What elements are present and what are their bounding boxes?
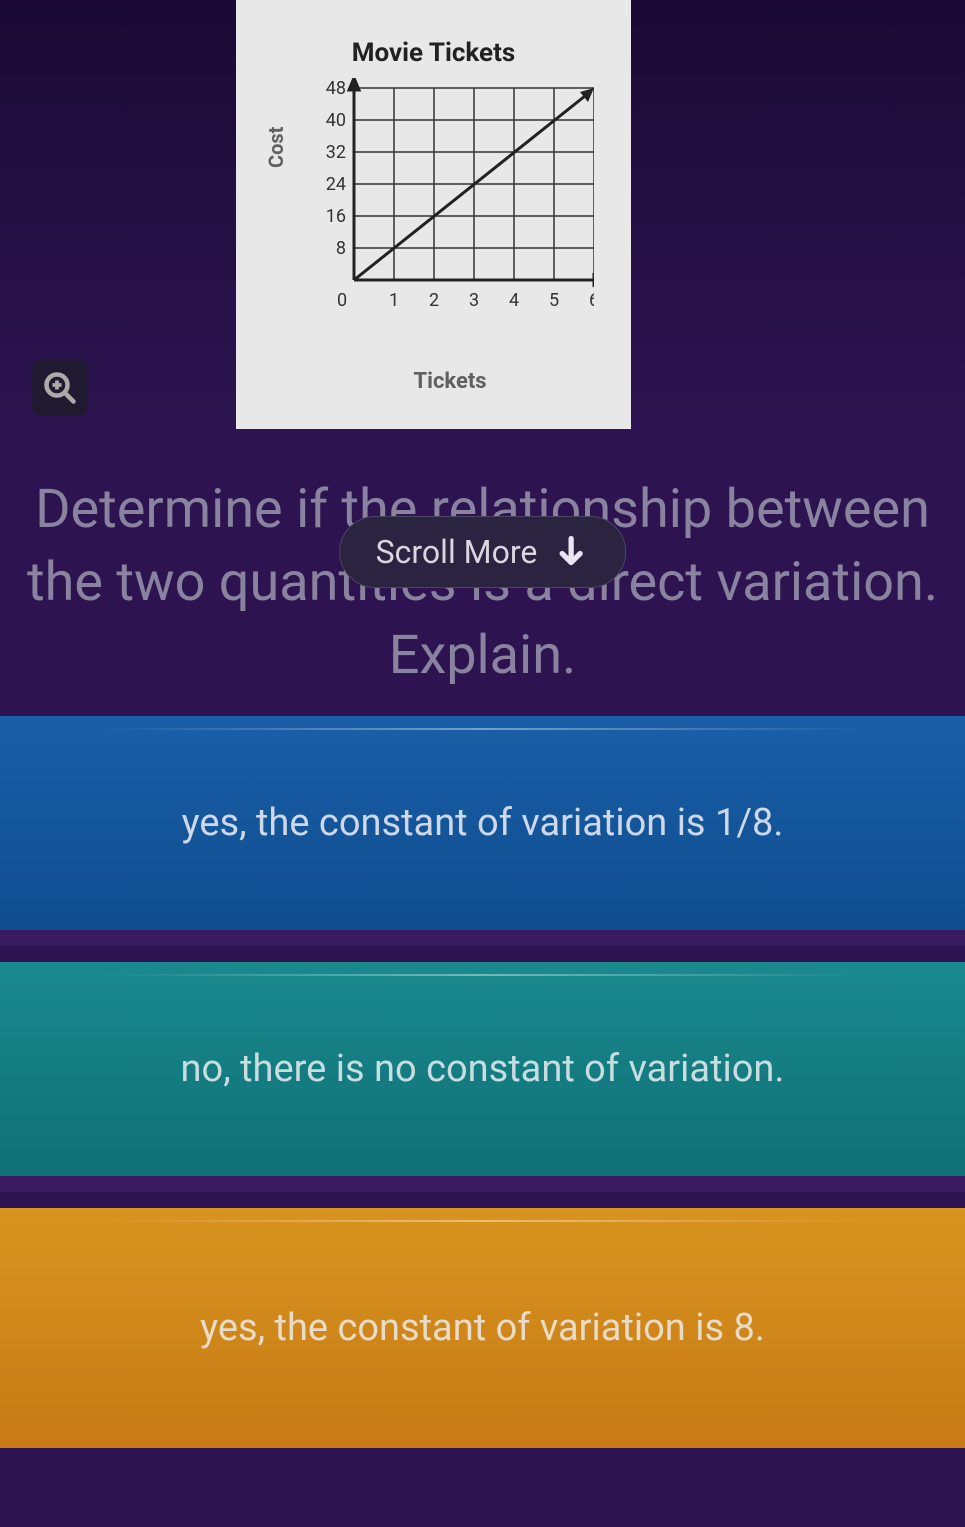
x-tick: 0 (336, 290, 346, 311)
y-tick: 24 (325, 174, 345, 195)
y-axis-label: Cost (264, 127, 288, 168)
chart-title: Movie Tickets (352, 38, 515, 68)
scroll-more-label: Scroll More (376, 533, 538, 571)
answer-text: no, there is no constant of variation. (151, 1047, 815, 1091)
x-tick: 3 (468, 290, 478, 311)
arrow-down-icon (553, 534, 589, 570)
x-tick: 1 (388, 290, 398, 311)
zoom-in-button[interactable] (32, 360, 88, 416)
x-axis-label: Tickets (414, 369, 487, 394)
x-tick: 5 (548, 290, 558, 311)
chart-plot: Cost (274, 78, 594, 358)
answer-options: yes, the constant of variation is 1/8. n… (0, 700, 965, 1448)
answer-option-a[interactable]: yes, the constant of variation is 1/8. (0, 716, 965, 930)
answer-text: yes, the constant of variation is 1/8. (152, 801, 814, 845)
x-tick: 2 (428, 290, 438, 311)
y-tick: 16 (325, 206, 345, 227)
question-panel: Movie Tickets Cost (0, 0, 965, 700)
x-tick: 4 (508, 290, 518, 311)
answer-option-b[interactable]: no, there is no constant of variation. (0, 962, 965, 1176)
divider (0, 1176, 965, 1192)
y-tick: 40 (325, 110, 345, 131)
y-tick: 32 (325, 142, 345, 163)
y-tick: 8 (335, 238, 345, 259)
y-tick: 48 (325, 78, 345, 99)
x-tick: 6 (588, 290, 593, 311)
scroll-more-button[interactable]: Scroll More (339, 516, 627, 588)
answer-option-c[interactable]: yes, the constant of variation is 8. (0, 1208, 965, 1448)
chart-svg: 8 16 24 32 40 48 0 1 2 3 4 5 6 (294, 78, 594, 338)
zoom-in-icon (42, 370, 78, 406)
divider (0, 930, 965, 946)
chart-image: Movie Tickets Cost (236, 0, 631, 429)
answer-text: yes, the constant of variation is 8. (170, 1306, 795, 1350)
